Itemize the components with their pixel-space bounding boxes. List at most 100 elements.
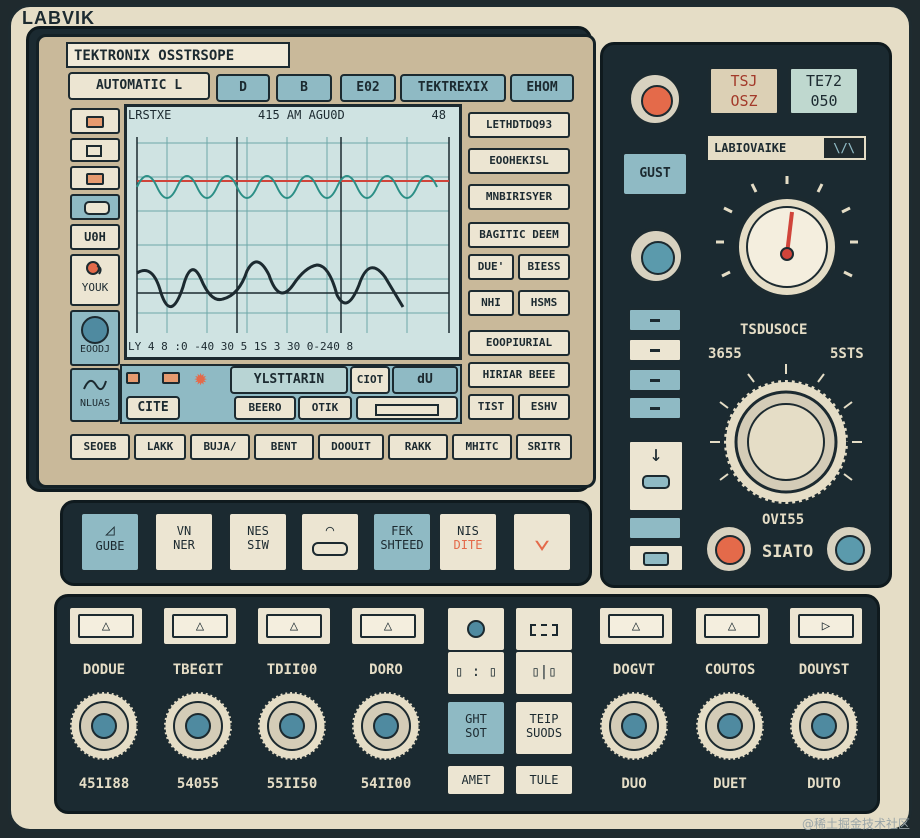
nis-button[interactable]: NIS DITE — [438, 512, 498, 572]
split-button[interactable]: ▯ : ▯ — [446, 650, 506, 696]
side-button-2[interactable] — [70, 138, 120, 162]
ner-label: NER — [173, 538, 195, 552]
side-right-button-11[interactable]: TIST — [468, 394, 514, 420]
channel-6-knob[interactable] — [692, 688, 768, 764]
teip-button[interactable]: TEIP SUODS — [514, 700, 574, 756]
side-right-button-2[interactable]: EOOHEKISL — [468, 148, 570, 174]
b-button[interactable]: B — [276, 74, 332, 102]
ehom-button[interactable]: EHOM — [510, 74, 574, 102]
channel-7-button[interactable]: ▷ — [788, 606, 864, 646]
swirl-icon — [86, 261, 102, 275]
otik-button[interactable]: OTIK — [298, 396, 352, 420]
channel-1-knob[interactable] — [66, 688, 142, 764]
bottom-button-1[interactable]: SEOEB — [70, 434, 130, 460]
side-right-button-7[interactable]: NHI — [468, 290, 514, 316]
side-knob-button[interactable]: EOODJ — [70, 310, 120, 366]
side-youk-button[interactable]: YOUK — [70, 254, 120, 306]
channel-3-button[interactable]: △ — [256, 606, 332, 646]
blue-button[interactable] — [628, 228, 684, 284]
lcd-display-1: TSJ OSZ — [708, 66, 780, 116]
du-button[interactable]: dU — [392, 366, 458, 394]
ciot-button[interactable]: CIOT — [350, 366, 390, 394]
square-icon — [86, 145, 102, 157]
dash-icon — [650, 319, 660, 322]
slider-step-5[interactable] — [628, 516, 682, 540]
bottom-button-5[interactable]: DOOUIT — [318, 434, 384, 460]
automatic-button[interactable]: AUTOMATIC L — [68, 72, 210, 100]
gube-label: GUBE — [95, 539, 125, 553]
ght-button[interactable]: GHT SOT — [446, 700, 506, 756]
bottom-button-3[interactable]: BUJA/ — [190, 434, 250, 460]
side-right-button-10[interactable]: HIRIAR BEEE — [468, 362, 570, 388]
channel-4-button[interactable]: △ — [350, 606, 426, 646]
gear-icon[interactable]: ✹ — [194, 366, 207, 391]
channel-2-button[interactable]: △ — [162, 606, 238, 646]
teip-label: TEIP — [529, 712, 559, 726]
arrow-down-button[interactable]: ↓ — [628, 440, 684, 512]
slider-button[interactable] — [356, 396, 458, 420]
side-right-button-4[interactable]: BAGITIC DEEM — [468, 222, 570, 248]
triangle-up-icon: △ — [78, 614, 134, 638]
slider-step-4[interactable] — [628, 396, 682, 420]
tule-button[interactable]: TULE — [514, 764, 574, 796]
e02-button[interactable]: E02 — [340, 74, 396, 102]
slider-step-2[interactable] — [628, 338, 682, 362]
cite-button[interactable]: CITE — [126, 396, 180, 420]
bottom-button-2[interactable]: LAKK — [134, 434, 186, 460]
dite-label: DITE — [453, 538, 483, 552]
d-button[interactable]: D — [216, 74, 270, 102]
channel-5-button[interactable]: △ — [598, 606, 674, 646]
channel-4-knob[interactable] — [348, 688, 424, 764]
channel-7-knob[interactable] — [786, 688, 862, 764]
bottom-button-6[interactable]: RAKK — [388, 434, 448, 460]
nes-button[interactable]: NES SIW — [228, 512, 288, 572]
side-right-button-8[interactable]: HSMS — [518, 290, 570, 316]
fek-button[interactable]: FEK SHTEED — [372, 512, 432, 572]
red-button-bottom[interactable] — [704, 524, 754, 574]
meter-icon: ⌒ — [325, 522, 335, 538]
bottom-button-7[interactable]: MHITC — [452, 434, 512, 460]
bottom-button-4[interactable]: BENT — [254, 434, 314, 460]
main-rotary-knob[interactable] — [706, 362, 866, 522]
gube-button[interactable]: ◿ GUBE — [80, 512, 140, 572]
divider-button[interactable]: ▯|▯ — [514, 650, 574, 696]
channel-1-label: DODUE — [82, 662, 126, 678]
tape-button[interactable] — [628, 544, 684, 572]
pill-icon — [312, 542, 348, 556]
meter-button[interactable]: ⌒ — [300, 512, 360, 572]
split-icon: ▯ : ▯ — [454, 664, 498, 680]
side-right-button-6[interactable]: BIESS — [518, 254, 570, 280]
side-toggle-button[interactable] — [70, 194, 120, 220]
channel-6-label: COUTOS — [704, 662, 756, 678]
red-button-top[interactable] — [628, 72, 682, 126]
amet-button[interactable]: AMET — [446, 764, 506, 796]
led-indicator — [126, 372, 140, 384]
uoh-label: U0H — [84, 230, 106, 244]
slider-step-1[interactable] — [628, 308, 682, 332]
slider-step-3[interactable] — [628, 368, 682, 392]
side-right-button-5[interactable]: DUE' — [468, 254, 514, 280]
link-button[interactable] — [514, 606, 574, 652]
amet-label: AMET — [461, 773, 491, 787]
record-button[interactable] — [446, 606, 506, 652]
shteed-label: SHTEED — [380, 538, 424, 552]
channel-1-button[interactable]: △ — [68, 606, 144, 646]
chevron-button[interactable]: ⌄ — [512, 512, 572, 572]
vn-button[interactable]: VN NER — [154, 512, 214, 572]
channel-3-knob[interactable] — [254, 688, 330, 764]
bottom-button-8[interactable]: SRITR — [516, 434, 572, 460]
tektrexix-button[interactable]: TEKTREXIX — [400, 74, 506, 102]
side-right-button-12[interactable]: ESHV — [518, 394, 570, 420]
side-led-button-1[interactable] — [70, 108, 120, 134]
channel-2-knob[interactable] — [160, 688, 236, 764]
side-right-button-1[interactable]: LETHDTDQ93 — [468, 112, 570, 138]
side-right-button-3[interactable]: MNBIRISYER — [468, 184, 570, 210]
side-led-button-3[interactable] — [70, 166, 120, 190]
side-right-button-9[interactable]: EOOPIURIAL — [468, 330, 570, 356]
blue-button-bottom[interactable] — [824, 524, 874, 574]
beero-button[interactable]: BEERO — [234, 396, 296, 420]
channel-5-knob[interactable] — [596, 688, 672, 764]
gust-button[interactable]: GUST — [622, 152, 688, 196]
channel-6-button[interactable]: △ — [694, 606, 770, 646]
side-probe-button[interactable]: NLUAS — [70, 368, 120, 422]
